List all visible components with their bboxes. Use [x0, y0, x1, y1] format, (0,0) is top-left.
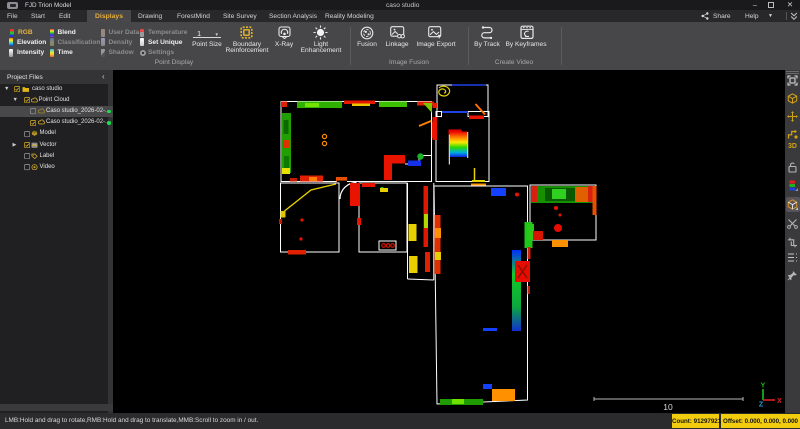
svg-text:Z: Z — [759, 402, 764, 409]
svg-text:10: 10 — [663, 402, 673, 412]
svg-text:Y: Y — [761, 383, 766, 390]
svg-text:X: X — [777, 398, 782, 405]
